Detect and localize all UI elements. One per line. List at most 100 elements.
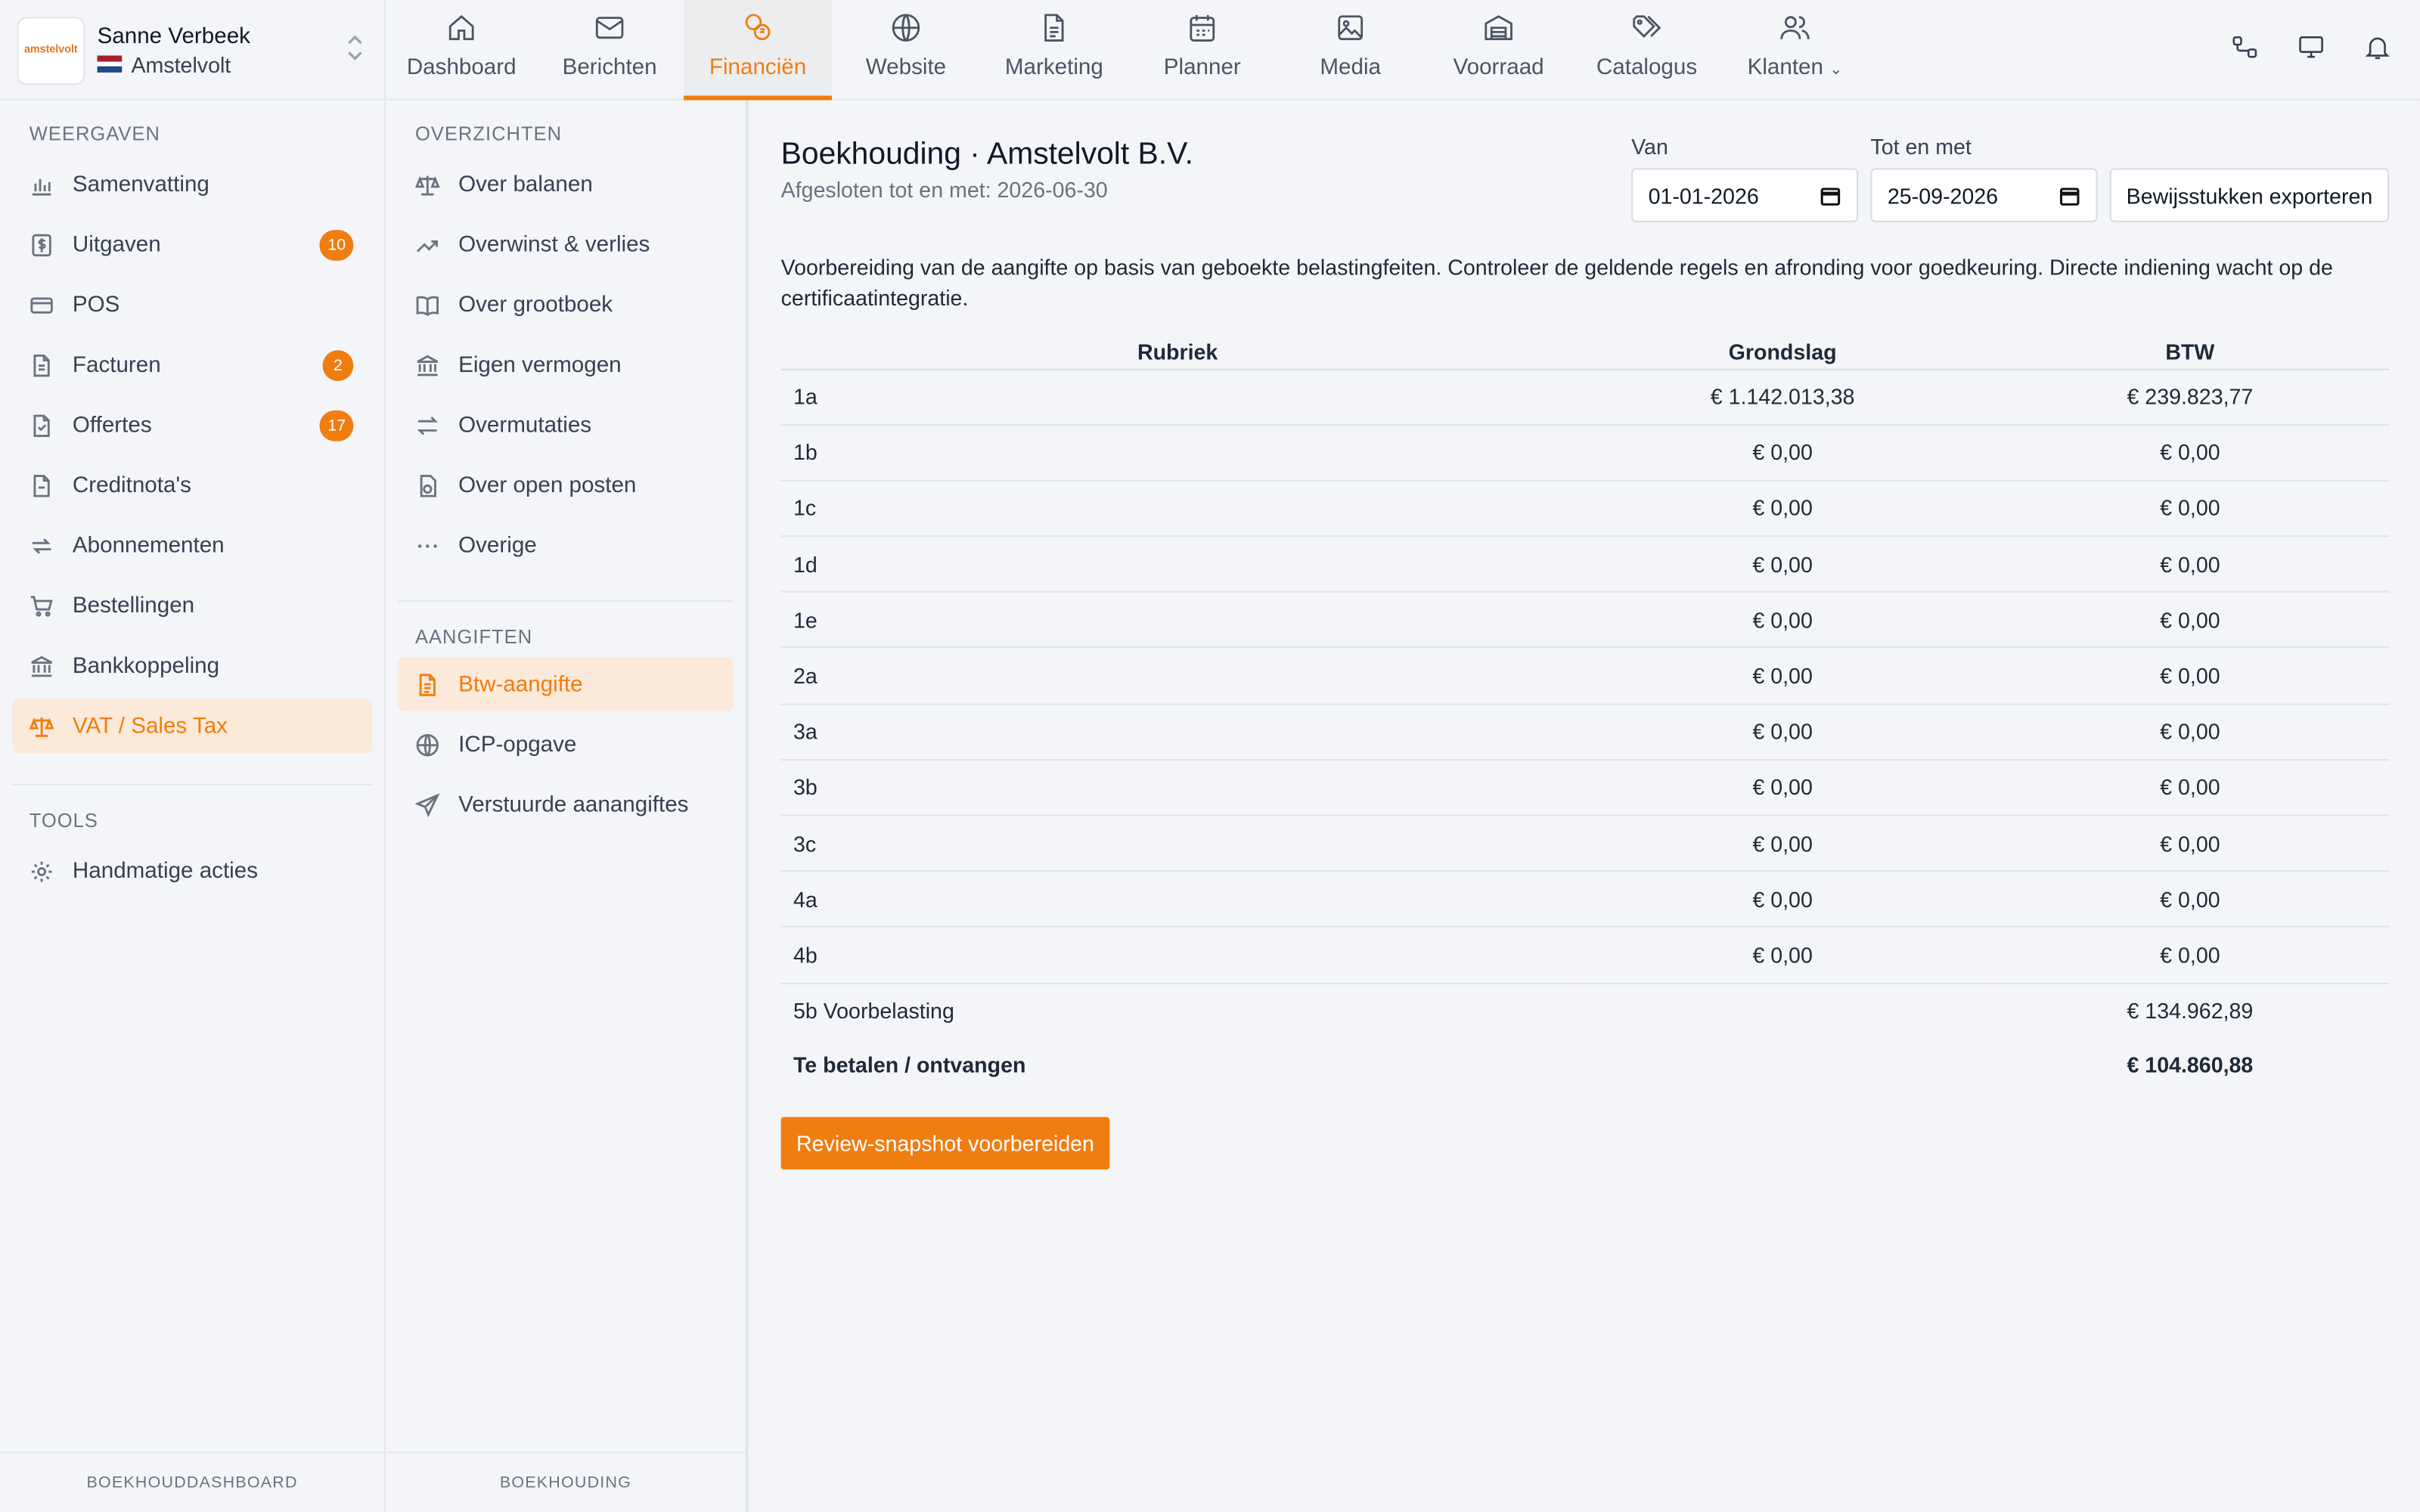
home-icon <box>448 14 474 41</box>
subnav-item-label: Over grootboek <box>458 292 613 318</box>
calendar-icon[interactable] <box>1820 184 1841 206</box>
export-evidence-button[interactable]: Bewijsstukken exporteren <box>2109 168 2390 222</box>
bell-icon[interactable] <box>2363 33 2392 62</box>
table-row: 3c € 0,00 € 0,00 <box>780 815 2390 872</box>
nav-voorraad[interactable]: Voorraad <box>1425 0 1573 101</box>
main-nav: Dashboard Berichten Financiën Website Ma… <box>387 0 1869 101</box>
calendar-icon <box>1190 14 1215 42</box>
monitor-icon[interactable] <box>2297 33 2326 62</box>
cell-rubriek: 1d <box>780 536 1575 593</box>
sidebar-item-uitgaven[interactable]: Uitgaven 10 <box>12 218 372 271</box>
nav-marketing[interactable]: Marketing <box>980 0 1128 101</box>
workflow-icon[interactable] <box>2230 33 2260 62</box>
cell-grondslag: € 0,00 <box>1574 815 1991 872</box>
subnav-item-overwinst-verlies[interactable]: Overwinst & verlies <box>399 218 734 271</box>
table-row: 3b € 0,00 € 0,00 <box>780 759 2390 816</box>
vat-return-table: Rubriek Grondslag BTW 1a € 1.142.013,38 € … <box>780 336 2390 1091</box>
section-title-views: WEERGAVEN <box>29 123 160 145</box>
accounting-subnav: OVERZICHTEN Over balanen Overwinst & ver… <box>386 100 749 1512</box>
subnav-item-btw-aangifte[interactable]: Btw-aangifte <box>398 657 734 711</box>
cell-btw: € 239.823,77 <box>1990 368 2390 426</box>
cell-rubriek: Te betalen / ontvangen <box>793 1051 1026 1077</box>
intro-text: Voorbereiding van de aangifte op basis v… <box>780 254 2333 311</box>
users-icon <box>1780 16 1810 39</box>
sidebar-item-offertes[interactable]: Offertes 17 <box>12 398 372 452</box>
subnav-item-overige[interactable]: Overige <box>399 519 734 572</box>
table-row: 1a € 1.142.013,38 € 239.823,77 <box>780 368 2390 426</box>
sidebar-item-vat-sales-tax[interactable]: VAT / Sales Tax <box>12 699 372 753</box>
cell-btw: € 0,00 <box>1990 927 2390 984</box>
cell-rubriek: 2a <box>780 648 1575 705</box>
sidebar-item-creditnotas[interactable]: Creditnota's <box>12 458 372 512</box>
cell-rubriek: 1c <box>780 480 1575 538</box>
warehouse-icon <box>1485 15 1512 41</box>
cart-icon <box>30 595 53 616</box>
subnav-item-over-balanen[interactable]: Over balanen <box>399 157 734 211</box>
subnav-footer[interactable]: BOEKHOUDING <box>386 1452 746 1512</box>
cell-grondslag: € 0,00 <box>1574 592 1991 649</box>
sidebar-item-bankkoppeling[interactable]: Bankkoppeling <box>12 639 372 692</box>
sidebar-item-handmatige-acties[interactable]: Handmatige acties <box>12 844 372 897</box>
subnav-item-over-open-posten[interactable]: Over open posten <box>399 458 734 512</box>
to-date-input[interactable]: 25-09-2026 <box>1870 168 2098 222</box>
section-title-tools: TOOLS <box>29 810 98 832</box>
subnav-item-label: Eigen vermogen <box>458 352 622 377</box>
sidebar: WEERGAVEN Samenvatting Uitgaven 10 POS F… <box>0 100 386 1512</box>
book-icon <box>416 295 439 316</box>
credit-card-icon <box>30 296 53 313</box>
cell-btw: € 0,00 <box>1990 871 2390 928</box>
prepare-review-snapshot-button[interactable]: Review-snapshot voorbereiden <box>780 1117 1110 1170</box>
account-switcher[interactable]: amstelvolt Sanne Verbeek Amstelvolt <box>0 0 386 101</box>
subnav-item-overmutaties[interactable]: Overmutaties <box>399 398 734 452</box>
globe-icon <box>416 733 439 756</box>
user-name: Sanne Verbeek <box>97 23 250 49</box>
subnav-item-label: ICP-opgave <box>458 732 577 758</box>
subnav-item-verstuurde-aanangiftes[interactable]: Verstuurde aanangiftes <box>399 778 734 832</box>
sidebar-item-bestellingen[interactable]: Bestellingen <box>12 578 372 632</box>
cell-grondslag: € 0,00 <box>1574 927 1991 984</box>
table-row: 2a € 0,00 € 0,00 <box>780 648 2390 705</box>
nav-website[interactable]: Website <box>832 0 980 101</box>
dollar-receipt-icon <box>32 233 51 256</box>
cell-grondslag: € 0,00 <box>1574 759 1991 816</box>
nav-label: Catalogus <box>1596 55 1698 81</box>
cell-rubriek: 3a <box>780 703 1575 761</box>
nav-dashboard[interactable]: Dashboard <box>387 0 535 101</box>
subnav-item-eigen-vermogen[interactable]: Eigen vermogen <box>399 338 734 392</box>
calendar-icon[interactable] <box>2059 184 2080 206</box>
sidebar-item-label: Samenvatting <box>72 172 209 197</box>
nav-financien[interactable]: Financiën <box>684 0 832 101</box>
page-subtitle: Afgesloten tot en met: 2026-06-30 <box>780 177 1108 203</box>
app-root: amstelvolt Sanne Verbeek Amstelvolt Dash… <box>0 0 2420 1512</box>
nav-media[interactable]: Media <box>1277 0 1425 101</box>
total-row: Te betalen / ontvangen € 104.860,88 <box>781 1037 2390 1091</box>
sidebar-item-pos[interactable]: POS <box>12 277 372 331</box>
column-header-grondslag: Grondslag <box>1574 336 1991 370</box>
nav-klanten[interactable]: Klanten ⌄ <box>1720 0 1869 101</box>
nav-planner[interactable]: Planner <box>1128 0 1277 101</box>
subnav-item-over-grootboek[interactable]: Over grootboek <box>399 277 734 331</box>
nav-label: Financiën <box>709 55 807 81</box>
sidebar-item-label: Creditnota's <box>72 472 191 498</box>
bar-chart-icon <box>32 178 51 195</box>
image-icon <box>1338 15 1364 41</box>
subnav-item-icp-opgave[interactable]: ICP-opgave <box>399 717 734 771</box>
document-icon <box>1044 14 1064 42</box>
tags-icon <box>1633 15 1661 38</box>
netherlands-flag-icon <box>97 55 123 73</box>
sidebar-item-abonnementen[interactable]: Abonnementen <box>12 519 372 572</box>
subnav-item-label: Overwinst & verlies <box>458 232 650 257</box>
cell-btw: € 134.962,89 <box>2127 998 2254 1023</box>
sidebar-footer[interactable]: BOEKHOUDDASHBOARD <box>0 1452 385 1512</box>
from-date-input[interactable]: 01-01-2026 <box>1631 168 1859 222</box>
bank-icon <box>417 354 439 376</box>
from-date-value: 01-01-2026 <box>1648 182 1759 208</box>
to-date-value: 25-09-2026 <box>1887 182 1999 208</box>
cell-rubriek: 5b Voorbelasting <box>793 998 954 1023</box>
trend-up-icon <box>417 239 438 252</box>
arrows-icon <box>417 416 438 435</box>
nav-catalogus[interactable]: Catalogus <box>1573 0 1721 101</box>
nav-berichten[interactable]: Berichten <box>535 0 684 101</box>
sidebar-item-samenvatting[interactable]: Samenvatting <box>12 157 372 211</box>
sidebar-item-facturen[interactable]: Facturen 2 <box>12 338 372 392</box>
